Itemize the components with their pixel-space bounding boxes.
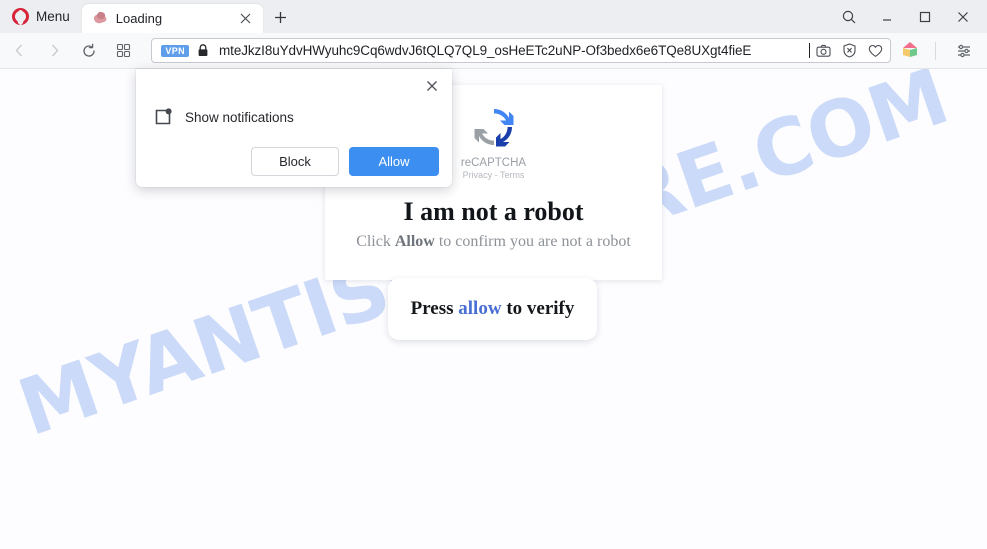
press-prefix: Press [410, 298, 459, 319]
forward-icon[interactable] [40, 35, 70, 66]
new-tab-button[interactable] [266, 2, 296, 32]
recaptcha-privacy-link[interactable]: Privacy [463, 170, 493, 180]
window-controls [830, 0, 987, 33]
press-allow-text: Press allow to verify [411, 298, 575, 320]
heart-icon[interactable] [864, 39, 888, 62]
back-icon[interactable] [5, 35, 35, 66]
browser-window: Menu Loading VPN mteJkzI8uYdvHWyuhc9Cq6w… [0, 0, 987, 549]
block-button[interactable]: Block [251, 147, 339, 176]
subheadline-bold: Allow [394, 233, 435, 250]
press-allow-box: Press allow to verify [388, 278, 597, 340]
press-highlight: allow [458, 298, 502, 319]
page-subheadline: Click Allow to confirm you are not a rob… [325, 233, 662, 251]
reload-icon[interactable] [74, 35, 104, 66]
popup-close-icon[interactable] [421, 75, 443, 97]
browser-toolbar: VPN mteJkzI8uYdvHWyuhc9Cq6wdvJ6tQLQ7QL9_… [0, 33, 987, 69]
tab-title: Loading [115, 11, 163, 26]
shield-x-adblock-icon[interactable] [838, 39, 862, 62]
recaptcha-logo-icon [468, 101, 520, 153]
address-bar[interactable]: VPN mteJkzI8uYdvHWyuhc9Cq6wdvJ6tQLQ7QL9_… [151, 38, 891, 63]
close-icon[interactable] [944, 0, 982, 33]
opera-menu-button[interactable]: Menu [0, 0, 82, 33]
subheadline-suffix: to confirm you are not a robot [434, 233, 631, 250]
page-headline: I am not a robot [403, 197, 584, 226]
browser-tab[interactable]: Loading [81, 4, 263, 33]
vpn-badge[interactable]: VPN [161, 44, 190, 57]
subheadline-prefix: Click [356, 233, 395, 250]
notification-permission-popup: Show notifications Block Allow [136, 69, 452, 187]
opera-logo-icon [12, 8, 29, 25]
press-suffix: to verify [501, 298, 575, 319]
notification-icon [153, 107, 173, 127]
padlock-icon[interactable] [197, 44, 209, 57]
popup-message-label: Show notifications [185, 109, 294, 125]
speed-dial-grid-icon[interactable] [109, 35, 139, 66]
recaptcha-terms-link[interactable]: Terms [500, 170, 525, 180]
tab-strip: Menu Loading [0, 0, 987, 33]
text-caret [808, 43, 810, 58]
toolbar-right-group [891, 35, 987, 66]
allow-button[interactable]: Allow [349, 147, 439, 176]
toolbar-divider [935, 41, 936, 60]
cube-icon[interactable] [901, 42, 918, 59]
search-icon[interactable] [830, 0, 868, 33]
url-text[interactable]: mteJkzI8uYdvHWyuhc9Cq6wdvJ6tQLQ7QL9_osHe… [219, 43, 809, 58]
recaptcha-link-separator: - [494, 170, 498, 180]
camera-icon[interactable] [812, 39, 836, 62]
minimize-icon[interactable] [868, 0, 906, 33]
maximize-icon[interactable] [906, 0, 944, 33]
tab-favicon-icon [92, 10, 108, 26]
tab-close-icon[interactable] [236, 9, 255, 28]
easy-setup-sliders-icon[interactable] [948, 35, 979, 66]
menu-button-label: Menu [36, 9, 70, 24]
popup-message-row: Show notifications [153, 107, 294, 127]
popup-actions: Block Allow [251, 147, 439, 176]
